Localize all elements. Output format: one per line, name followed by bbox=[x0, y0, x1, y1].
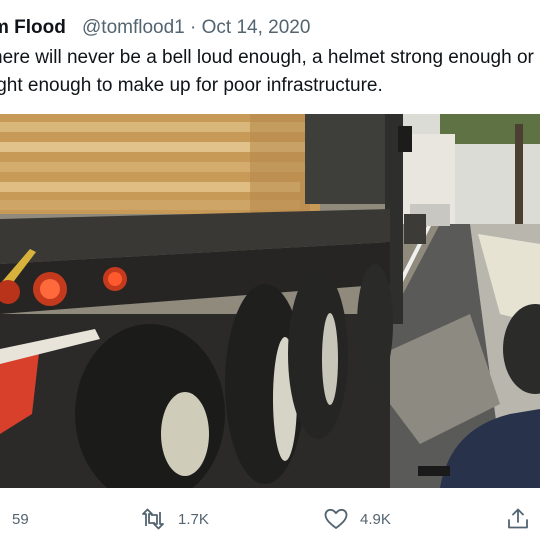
reply-count: 59 bbox=[12, 510, 29, 528]
retweet-button[interactable]: 1.7K bbox=[140, 506, 209, 532]
author-name[interactable]: m Flood bbox=[0, 14, 66, 42]
like-count: 4.9K bbox=[360, 510, 391, 528]
tweet-photo[interactable] bbox=[0, 114, 540, 488]
tweet-header: m Flood @tomflood1 · Oct 14, 2020 bbox=[0, 14, 540, 42]
truck-bike-lane-photo bbox=[0, 114, 540, 488]
like-button[interactable]: 4.9K bbox=[324, 506, 391, 532]
reply-button[interactable]: 59 bbox=[12, 506, 29, 532]
heart-icon bbox=[324, 508, 348, 530]
retweet-count: 1.7K bbox=[178, 510, 209, 528]
tweet-text-line: here will never be a bell loud enough, a… bbox=[0, 47, 534, 68]
tweet-text-line: ight enough to make up for poor infrastr… bbox=[0, 75, 383, 96]
author-handle[interactable]: @tomflood1 bbox=[82, 17, 185, 38]
share-icon bbox=[506, 507, 530, 531]
tweet-text: here will never be a bell loud enough, a… bbox=[0, 44, 540, 100]
share-button[interactable] bbox=[506, 506, 530, 532]
meta-separator: · bbox=[190, 17, 197, 38]
author-meta: @tomflood1 · Oct 14, 2020 bbox=[82, 14, 310, 42]
tweet-actions: 59 1.7K 4.9K bbox=[0, 500, 540, 540]
tweet-date[interactable]: Oct 14, 2020 bbox=[202, 17, 311, 38]
retweet-icon bbox=[140, 508, 166, 530]
